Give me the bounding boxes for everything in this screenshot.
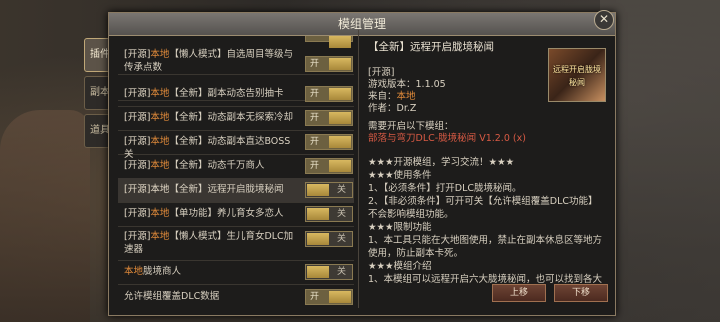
mod-row-label: [开源]本地【全新】动态副本无探索冷却 [124,112,293,123]
allow-dlc-override-row[interactable]: 允许模组覆盖DLC数据 开 [118,286,354,308]
mod-row-label: [开源]本地【全新】副本动态告别抽卡 [124,88,284,99]
dungeon-tab-icon: 副本 [90,87,110,98]
mod-row[interactable]: 本地胧境商人 关 [118,260,354,285]
mod-row-label: [开源]本地【全新】动态千万商人 [124,160,265,171]
window-title: 模组管理 [109,13,615,36]
close-icon[interactable]: ✕ [594,10,614,30]
desc-line: ★★★开源模组，学习交流！★★★ [368,157,515,168]
mod-row[interactable]: [开源]本地【单功能】养儿育女多恋人 关 [118,202,354,227]
move-up-button[interactable]: 上移 [492,284,546,302]
mod-detail-panel: 【全新】远程开启胧境秘闻 远程开启胧境秘闻 [开源] 游戏版本：1.1.05 来… [362,36,610,286]
move-down-button[interactable]: 下移 [554,284,608,302]
desc-line: ★★★限制功能 [368,222,432,233]
mod-toggle[interactable]: 开 [305,289,353,305]
desc-line: 2、【非必须条件】可开可关【允许模组覆盖DLC功能】不会影响模组功能。 [368,196,598,220]
mod-row-label: [开源]本地【全新】远程开启胧境秘闻 [124,184,284,195]
detail-title: 【全新】远程开启胧境秘闻 [368,41,494,53]
mod-row[interactable]: [开源]本地【懒人模式】生儿育女DLC加速器 关 [118,226,354,261]
mod-row-label: 允许模组覆盖DLC数据 [124,291,220,302]
mod-toggle[interactable]: 开 [305,86,353,102]
mod-row[interactable]: [开源]本地【全新】动态副本直达BOSS关 开 [118,130,354,160]
mod-toggle[interactable]: 关 [305,206,353,222]
mod-row-label: [开源]本地【懒人模式】生儿育女DLC加速器 [124,231,294,255]
detail-author: 作者：Dr.Z [368,103,417,114]
desc-line: ★★★使用条件 [368,170,432,181]
mod-toggle[interactable]: 开 [305,134,353,150]
mod-row[interactable]: [开源]本地【全新】动态副本无探索冷却 开 [118,106,354,131]
panel-divider [358,30,359,308]
mod-toggle[interactable]: 关 [305,182,353,198]
mod-row-label: [开源]本地【懒人模式】自选周目等级与传承点数 [124,49,293,73]
mod-toggle[interactable]: 开 [305,56,353,72]
mod-toggle[interactable] [305,36,353,48]
background-character [0,110,90,322]
required-mod: 部落与弯刀DLC-胧境秘闻 V1.2.0 (x) [368,133,526,144]
mod-thumbnail: 远程开启胧境秘闻 [548,48,606,102]
desc-line: 1、本工具只能在大地图使用，禁止在副本休息区等地方使用，防止副本卡死。 [368,235,603,259]
background-scenery [600,0,720,322]
mod-toggle[interactable]: 开 [305,158,353,174]
thumbnail-caption: 远程开启胧境秘闻 [553,65,601,87]
detail-description: ★★★开源模组，学习交流！★★★ ★★★使用条件 1、【必须条件】打开DLC胧境… [368,156,604,286]
desc-line: ★★★模组介绍 [368,261,432,272]
desc-line: 1、【必须条件】打开DLC胧境秘闻。 [368,183,522,194]
mod-row-label: [开源]本地【单功能】养儿育女多恋人 [124,208,284,219]
mod-toggle[interactable]: 开 [305,110,353,126]
mod-row[interactable]: [开源]本地【全新】副本动态告别抽卡 开 [118,82,354,107]
item-tab-icon: 道具 [90,125,110,136]
mod-row-selected[interactable]: [开源]本地【全新】远程开启胧境秘闻 关 [118,178,354,203]
plugin-tab-icon: 插件 [90,49,110,60]
mod-row-label: 本地胧境商人 [124,266,182,277]
mod-list: [开源]本地【懒人模式】自选周目等级与传承点数 开 [开源]本地【全新】副本动态… [118,36,356,308]
mod-toggle[interactable]: 关 [305,264,353,280]
mod-row[interactable]: [开源]本地【全新】动态千万商人 开 [118,154,354,179]
mod-toggle[interactable]: 关 [305,231,353,247]
